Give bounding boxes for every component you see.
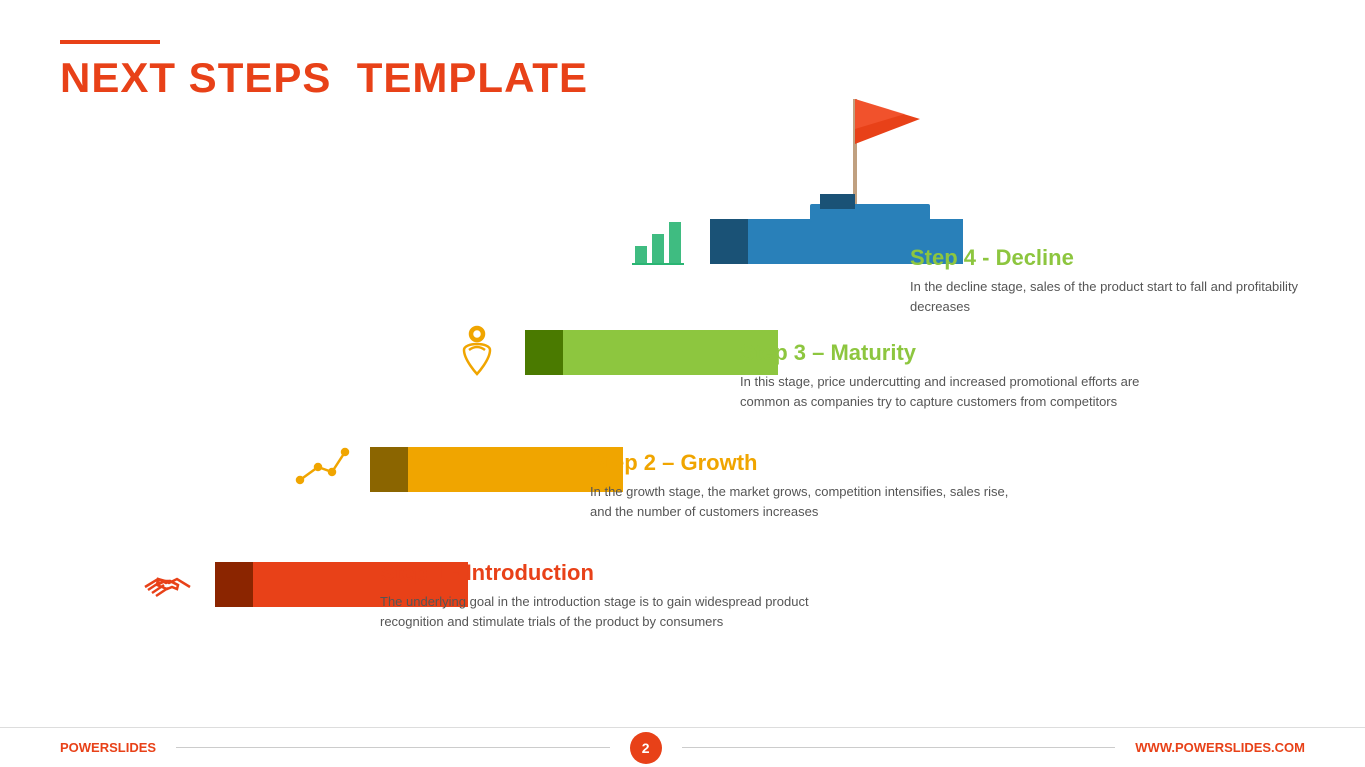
step4-title: Step 4 - Decline (910, 245, 1305, 271)
header-accent-line (60, 40, 160, 44)
step2-bar (370, 447, 623, 492)
page-title: NEXT STEPS TEMPLATE (60, 54, 588, 102)
step1-text: Step 1 - Introduction The underlying goa… (380, 560, 810, 632)
step4-description: In the decline stage, sales of the produ… (910, 277, 1305, 317)
step2-bar-dark (370, 447, 408, 492)
step2-title: Step 2 – Growth (590, 450, 1020, 476)
header: NEXT STEPS TEMPLATE (60, 40, 588, 102)
step1-description: The underlying goal in the introduction … (380, 592, 810, 632)
main-content: Step 1 - Introduction The underlying goa… (60, 140, 1305, 717)
step1-bar-dark (215, 562, 253, 607)
footer-line-left (176, 747, 610, 748)
step1-title: Step 1 - Introduction (380, 560, 810, 586)
handshake-icon (140, 557, 195, 612)
step4-bar-dark (710, 219, 748, 264)
footer-website: WWW.POWERSLIDES.COM (1135, 740, 1305, 755)
flag-container (810, 94, 930, 224)
brand-orange: SLIDES (109, 740, 156, 755)
step2-bar-container (290, 442, 623, 497)
step2-text: Step 2 – Growth In the growth stage, the… (590, 450, 1020, 522)
footer-line-right (682, 747, 1116, 748)
line-chart-icon (290, 442, 350, 497)
page-number: 2 (630, 732, 662, 764)
footer-brand: POWERSLIDES (60, 740, 156, 755)
footer: POWERSLIDES 2 WWW.POWERSLIDES.COM (0, 727, 1365, 767)
step3-text: Step 3 – Maturity In this stage, price u… (740, 340, 1170, 412)
brand-black: POWER (60, 740, 109, 755)
step3-bar-dark (525, 330, 563, 375)
step3-title: Step 3 – Maturity (740, 340, 1170, 366)
step4-text: Step 4 - Decline In the decline stage, s… (910, 245, 1305, 317)
person-pin-icon (450, 322, 505, 382)
title-black: NEXT STEPS (60, 54, 331, 101)
bar-chart-icon (630, 214, 690, 269)
step3-bar-container (450, 322, 778, 382)
step2-description: In the growth stage, the market grows, c… (590, 482, 1020, 522)
step3-description: In this stage, price undercutting and in… (740, 372, 1170, 412)
title-orange: TEMPLATE (357, 54, 588, 101)
